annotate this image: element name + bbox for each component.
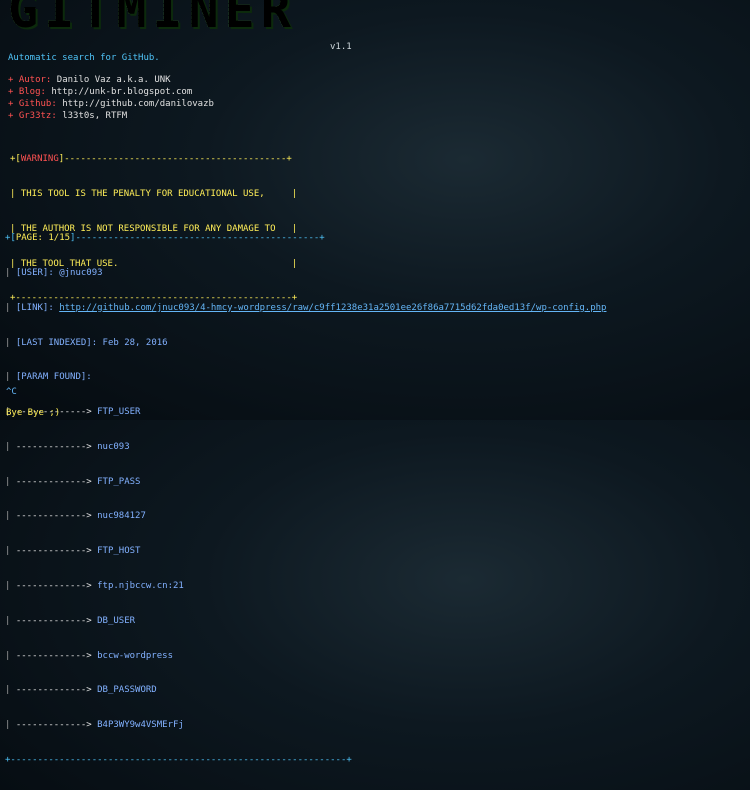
terminal-window: GITMINER v1.1 Automatic search for GitHu…: [0, 0, 750, 765]
param-value: ftp.njbccw.cn:21: [97, 581, 184, 591]
page-bottom-border: +---------------------------------------…: [5, 754, 352, 765]
param-value: nuc093: [97, 441, 130, 452]
credit-row: + Autor: Danilo Vaz a.k.a. UNK: [8, 75, 171, 87]
exit-message: Bye Bye ;): [6, 408, 61, 418]
warning-top-border: +[WARNING]------------------------------…: [10, 154, 292, 165]
banner-title: GITMINER: [8, 0, 297, 36]
param-row: | -------------> FTP_PASS: [5, 476, 141, 487]
param-row: | -------------> bccw-wordpress: [5, 650, 173, 661]
credit-value: http://github.com/danilovazb: [62, 99, 214, 109]
param-row: | -------------> FTP_HOST: [5, 546, 141, 557]
indexed-value: Feb 28, 2016: [102, 337, 168, 348]
user-value: @jnuc093: [59, 267, 103, 278]
indexed-label: [LAST INDEXED]:: [15, 337, 98, 348]
param-value: FTP_PASS: [97, 476, 141, 487]
param-header-row: | [PARAM FOUND]:: [5, 372, 92, 383]
param-value: nuc984127: [97, 511, 146, 522]
credit-row: + Gr33tz: l33t0s, RTFM: [8, 111, 127, 123]
credit-key: + Gr33tz:: [8, 111, 57, 121]
version-label: v1.1: [330, 42, 352, 52]
param-value: B4P3WY9w4VSMErFj: [97, 720, 184, 731]
user-label: [USER]:: [15, 267, 54, 278]
indexed-row: | [LAST INDEXED]: Feb 28, 2016: [5, 337, 168, 348]
tagline: Automatic search for GitHub.: [8, 53, 160, 63]
param-value: DB_USER: [97, 615, 136, 626]
param-row: | -------------> DB_USER: [5, 615, 136, 626]
credit-key: + Github:: [8, 99, 57, 109]
param-value: DB_PASSWORD: [97, 685, 157, 696]
credit-key: + Blog:: [8, 87, 46, 97]
warning-line: | THIS TOOL IS THE PENALTY FOR EDUCATION…: [10, 188, 298, 199]
credit-value: http://unk-br.blogspot.com: [51, 87, 193, 97]
credit-row: + Github: http://github.com/danilovazb: [8, 99, 214, 111]
param-row: | -------------> FTP_USER: [5, 407, 141, 418]
param-row: | -------------> nuc093: [5, 441, 130, 452]
ascii-banner: GITMINER: [8, 0, 297, 40]
param-row: | -------------> nuc984127: [5, 511, 146, 522]
result-link[interactable]: http://github.com/jnuc093/4-hmcy-wordpre…: [59, 303, 606, 313]
credit-row: + Blog: http://unk-br.blogspot.com: [8, 87, 192, 99]
param-value: FTP_USER: [97, 407, 141, 418]
warning-label: WARNING: [20, 154, 59, 165]
param-row: | -------------> ftp.njbccw.cn:21: [5, 581, 184, 591]
page-header: +[PAGE: 1/15]---------------------------…: [5, 233, 325, 244]
result-page-box: +[PAGE: 1/15]---------------------------…: [5, 210, 606, 790]
param-label: [PARAM FOUND]:: [15, 372, 92, 383]
credit-value: l33t0s, RTFM: [62, 111, 128, 121]
interrupt-signal: ^C: [6, 387, 17, 397]
param-value: FTP_HOST: [97, 546, 141, 557]
param-row: | -------------> B4P3WY9w4VSMErFj: [5, 720, 184, 731]
credit-value: Danilo Vaz a.k.a. UNK: [56, 75, 171, 85]
param-value: bccw-wordpress: [97, 650, 173, 661]
link-row: | [LINK]: http://github.com/jnuc093/4-hm…: [5, 302, 607, 313]
user-row: | [USER]: @jnuc093: [5, 267, 103, 278]
credit-key: + Autor:: [8, 75, 52, 85]
page-counter: PAGE: 1/15: [15, 233, 71, 244]
link-label: [LINK]:: [15, 302, 54, 313]
param-row: | -------------> DB_PASSWORD: [5, 685, 157, 696]
